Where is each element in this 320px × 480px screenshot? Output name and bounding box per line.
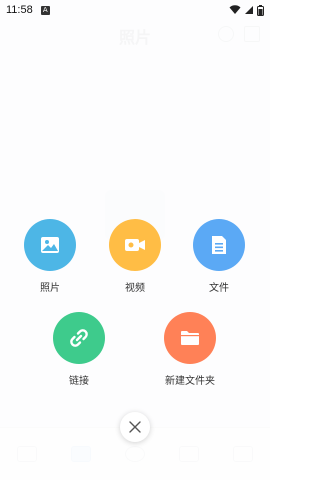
document-icon: [212, 236, 226, 254]
video-circle[interactable]: [109, 219, 161, 271]
image-icon: [41, 237, 59, 253]
menu-item-photos[interactable]: 照片: [10, 219, 90, 294]
menu-item-new-folder-label: 新建文件夹: [165, 376, 215, 387]
status-right: [229, 4, 264, 16]
new-folder-circle[interactable]: [164, 312, 216, 364]
signal-icon: [245, 6, 253, 14]
menu-item-link-label: 链接: [69, 376, 89, 387]
menu-item-video-label: 视频: [125, 283, 145, 294]
photos-circle[interactable]: [24, 219, 76, 271]
status-time: 11:58: [6, 4, 33, 16]
battery-icon: [257, 4, 264, 16]
status-bar: 11:58 A: [0, 0, 270, 20]
menu-item-link[interactable]: 链接: [39, 312, 119, 387]
link-icon: [70, 329, 88, 347]
notification-icon: A: [40, 5, 50, 15]
status-left: 11:58 A: [6, 4, 50, 16]
menu-item-photos-label: 照片: [40, 283, 60, 294]
menu-item-video[interactable]: 视频: [95, 219, 175, 294]
close-icon: [129, 421, 141, 433]
video-camera-icon: [125, 239, 145, 251]
wifi-icon: [229, 5, 241, 14]
menu-item-file[interactable]: 文件: [179, 219, 259, 294]
menu-item-new-folder[interactable]: 新建文件夹: [150, 312, 230, 387]
close-button[interactable]: [120, 412, 150, 442]
folder-icon: [181, 331, 199, 345]
menu-item-file-label: 文件: [209, 283, 229, 294]
link-circle[interactable]: [53, 312, 105, 364]
file-circle[interactable]: [193, 219, 245, 271]
